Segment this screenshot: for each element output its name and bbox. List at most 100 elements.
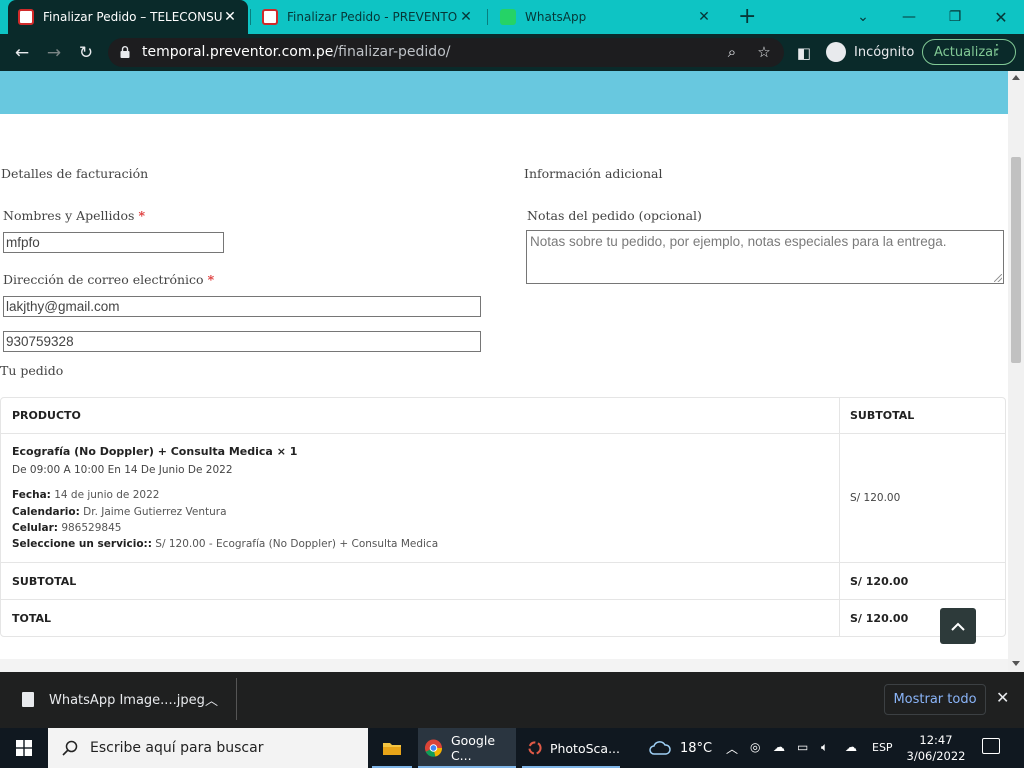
name-label: Nombres y Apellidos * <box>3 208 145 223</box>
tray-app-icon[interactable]: ◎ <box>750 740 760 754</box>
meta-key: Celular: <box>12 522 58 534</box>
onedrive-cloud-icon[interactable]: ☁ <box>773 740 785 754</box>
volume-icon[interactable]: 🔈︎ <box>821 740 828 755</box>
browser-toolbar: ← → ↻ temporal.preventor.com.pe/finaliza… <box>0 34 1024 71</box>
close-download-bar-icon[interactable]: ✕ <box>996 688 1009 707</box>
bookmark-star-icon[interactable]: ☆ <box>754 43 774 63</box>
show-all-downloads-button[interactable]: Mostrar todo <box>884 684 986 715</box>
url-domain: temporal.preventor.com.pe <box>142 44 334 60</box>
temperature: 18°C <box>680 740 713 756</box>
close-window-button[interactable]: ✕ <box>978 0 1024 34</box>
tab-title: Finalizar Pedido - PREVENTOR - <box>287 10 458 24</box>
taskbar-search[interactable]: Escribe aquí para buscar <box>48 728 368 768</box>
item-name-text: Ecografía (No Doppler) + Consulta Medica <box>12 445 273 458</box>
windows-taskbar: Escribe aquí para buscar Google C... Pho… <box>0 728 1024 768</box>
email-label: Dirección de correo electrónico * <box>3 272 214 287</box>
name-label-text: Nombres y Apellidos <box>3 208 135 223</box>
taskbar-photoscape[interactable]: PhotoSca... <box>522 728 620 768</box>
header-band <box>0 71 1008 114</box>
chevron-up-icon <box>951 622 965 631</box>
page-scrollbar[interactable] <box>1008 71 1024 672</box>
item-quantity: × 1 <box>276 445 298 458</box>
meta-value: S/ 120.00 - Ecografía (No Doppler) + Con… <box>155 538 439 550</box>
meta-value: 14 de junio de 2022 <box>54 489 160 501</box>
meta-calendario: Calendario: Dr. Jaime Gutierrez Ventura <box>12 506 227 518</box>
phone-input[interactable]: 930759328 <box>3 331 481 352</box>
minimize-button[interactable]: — <box>886 0 932 34</box>
notifications-icon[interactable] <box>982 738 1000 754</box>
incognito-indicator[interactable]: Incógnito <box>820 39 916 65</box>
back-to-top-button[interactable] <box>940 608 976 644</box>
reload-button[interactable]: ↻ <box>73 40 99 66</box>
notes-placeholder: Notas sobre tu pedido, por ejemplo, nota… <box>530 234 947 249</box>
app-label: Google C... <box>450 733 496 763</box>
tab-separator <box>250 9 251 25</box>
page-footer-band <box>0 659 1008 672</box>
side-panel-icon[interactable]: ◧ <box>794 44 814 64</box>
update-button[interactable]: Actualizar ⋮ <box>922 39 1016 65</box>
update-label: Actualizar <box>934 44 999 60</box>
order-item-row: Ecografía (No Doppler) + Consulta Medica… <box>1 434 1005 563</box>
name-input[interactable]: mfpfo <box>3 232 224 253</box>
incognito-label: Incógnito <box>854 44 915 60</box>
scroll-up-arrow-icon[interactable] <box>1012 75 1020 80</box>
tab-whatsapp[interactable]: WhatsApp ✕ <box>490 0 722 34</box>
tab-search-icon[interactable]: ⌄ <box>840 0 886 34</box>
column-header-subtotal: SUBTOTAL <box>850 409 915 422</box>
tab-close-icon[interactable]: ✕ <box>458 9 474 25</box>
column-header-product: PRODUCTO <box>12 409 81 422</box>
back-button[interactable]: ← <box>9 40 35 66</box>
required-mark: * <box>207 272 215 287</box>
tab-teleconsulta[interactable]: Finalizar Pedido – TELECONSULTA ✕ <box>8 0 248 34</box>
tab-title: WhatsApp <box>525 10 587 24</box>
tab-preventor[interactable]: Finalizar Pedido - PREVENTOR - ✕ <box>252 0 484 34</box>
zoom-icon[interactable]: ⌕ <box>722 43 742 63</box>
meta-key: Calendario: <box>12 506 80 518</box>
preventor-favicon-icon <box>262 9 278 25</box>
file-icon <box>22 692 34 707</box>
page-viewport: Detalles de facturación Información adic… <box>0 71 1008 672</box>
additional-info-heading: Información adicional <box>524 166 663 181</box>
email-label-text: Dirección de correo electrónico <box>3 272 204 287</box>
meta-key: Seleccione un servicio:: <box>12 538 152 550</box>
taskbar-chrome[interactable]: Google C... <box>418 728 516 768</box>
language-indicator[interactable]: ESP <box>872 741 893 754</box>
address-bar[interactable]: temporal.preventor.com.pe/finalizar-pedi… <box>108 38 784 67</box>
email-input[interactable]: lakjthy@gmail.com <box>3 296 481 317</box>
taskbar-file-explorer[interactable] <box>372 728 412 768</box>
clock-time: 12:47 <box>919 733 953 747</box>
folder-icon <box>383 743 401 755</box>
item-schedule: De 09:00 A 10:00 En 14 De Junio De 2022 <box>12 464 233 476</box>
restore-button[interactable]: ❐ <box>932 0 978 34</box>
order-notes-textarea[interactable]: Notas sobre tu pedido, por ejemplo, nota… <box>526 230 1004 284</box>
scroll-down-arrow-icon[interactable] <box>1012 661 1020 666</box>
download-file-name[interactable]: WhatsApp Image....jpeg <box>49 693 205 708</box>
url-text: temporal.preventor.com.pe/finalizar-pedi… <box>142 44 450 60</box>
weather-widget[interactable]: 18°C <box>648 728 712 768</box>
clock[interactable]: 12:47 3/06/2022 <box>906 732 966 764</box>
meta-key: Fecha: <box>12 489 51 501</box>
new-tab-button[interactable]: + <box>738 4 756 29</box>
forward-button[interactable]: → <box>41 40 67 66</box>
search-icon <box>62 740 78 756</box>
meta-value: Dr. Jaime Gutierrez Ventura <box>83 506 227 518</box>
tab-close-icon[interactable]: ✕ <box>696 9 712 25</box>
subtotal-row: SUBTOTAL S/ 120.00 <box>1 563 1005 600</box>
resize-grip-icon[interactable] <box>994 274 1002 282</box>
tab-strip: Finalizar Pedido – TELECONSULTA ✕ Finali… <box>0 0 1024 34</box>
onedrive-sync-icon[interactable]: ☁ <box>845 740 857 754</box>
start-button[interactable] <box>0 728 48 768</box>
menu-kebab-icon[interactable]: ⋮ <box>990 42 1004 58</box>
subtotal-label: SUBTOTAL <box>12 575 77 588</box>
network-icon[interactable]: ▭ <box>797 740 808 754</box>
tab-close-icon[interactable]: ✕ <box>222 9 238 25</box>
cloud-icon <box>649 741 671 755</box>
scroll-thumb[interactable] <box>1011 157 1021 363</box>
order-table: PRODUCTO SUBTOTAL Ecografía (No Doppler)… <box>0 397 1006 637</box>
photoscape-icon <box>528 741 542 755</box>
billing-heading: Detalles de facturación <box>1 166 149 181</box>
search-placeholder: Escribe aquí para buscar <box>90 740 264 756</box>
subtotal-value: S/ 120.00 <box>850 575 909 588</box>
tray-chevron-up-icon[interactable]: ︿ <box>726 740 738 757</box>
chevron-up-icon[interactable]: ︿ <box>205 690 218 709</box>
